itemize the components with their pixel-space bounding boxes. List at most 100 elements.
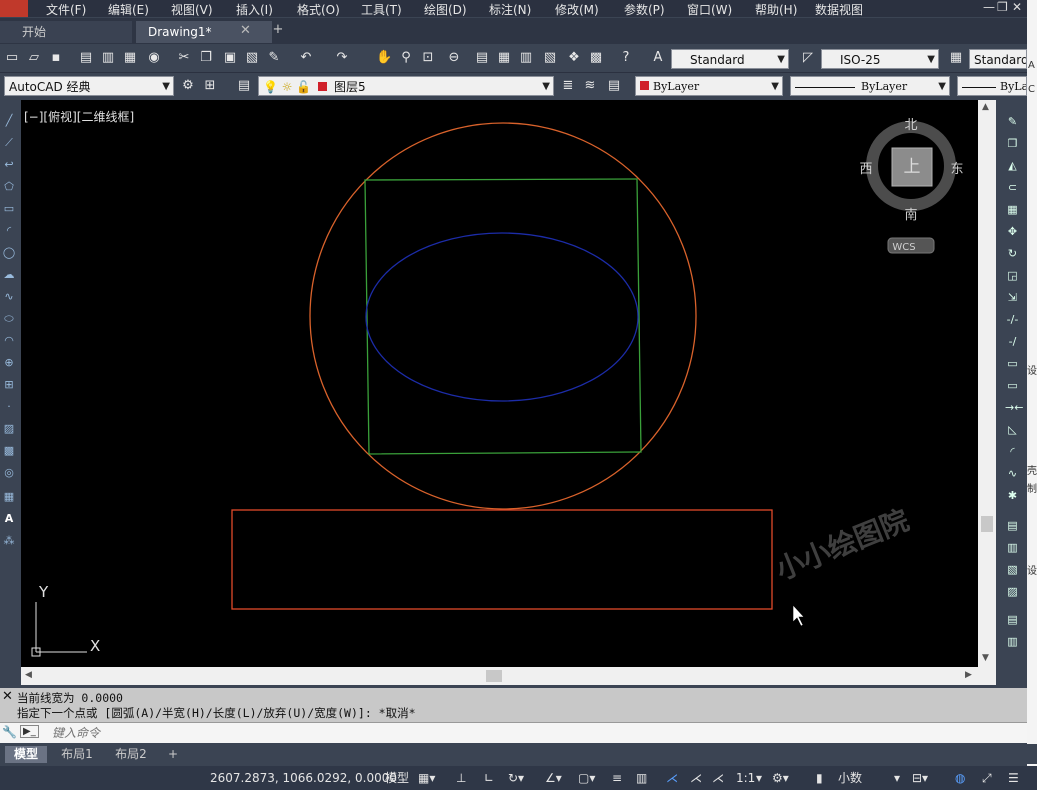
grid-icon[interactable]: ▦▾ (418, 770, 435, 787)
dim-style-icon[interactable]: ◸ (800, 50, 816, 66)
save-icon[interactable]: ▪ (48, 50, 64, 66)
menu-modify[interactable]: 修改(M) (555, 1, 599, 18)
ellipse-icon[interactable]: ⬭ (2, 312, 16, 326)
customize-icon[interactable]: ⊞ (202, 78, 218, 94)
rotate-icon[interactable]: ↻ (1005, 246, 1020, 261)
new-tab-button[interactable]: + (270, 23, 286, 37)
pan-icon[interactable]: ✋ (376, 50, 392, 66)
viewcube[interactable] (866, 121, 956, 254)
auto-scale-icon[interactable]: ⋌ (690, 770, 702, 787)
clean-screen-icon[interactable]: ⤢ (982, 770, 992, 787)
text-style-icon[interactable]: A (650, 50, 666, 66)
point-icon[interactable]: · (2, 400, 16, 414)
mirror-icon[interactable]: ◭ (1005, 158, 1020, 173)
lineweight-display-icon[interactable]: ≡ (612, 770, 622, 787)
erase-icon[interactable]: ✎ (1005, 114, 1020, 129)
layer-select[interactable]: 💡 ☼ 🔓 图层5 ▼ (258, 76, 554, 96)
lineweight-select[interactable]: ByLay (957, 76, 1027, 96)
object-snap-icon[interactable]: ∠▾ (545, 770, 562, 787)
minimize-button[interactable]: — (983, 0, 995, 14)
bring-text-front-icon[interactable]: ▤ (1005, 612, 1020, 627)
menu-tools[interactable]: 工具(T) (361, 1, 402, 18)
array-icon[interactable]: ▦ (1005, 202, 1020, 217)
stretch-icon[interactable]: ⇲ (1005, 290, 1020, 305)
help-icon[interactable]: ? (618, 50, 634, 66)
polyline-icon[interactable]: ↩ (2, 158, 16, 172)
tool-palettes-icon[interactable]: ▥ (518, 50, 534, 66)
text-style-select[interactable]: Standard ▼ (671, 49, 789, 69)
annotation-visibility-icon[interactable]: ⋌ (666, 770, 678, 787)
fillet-icon[interactable]: ◜ (1005, 444, 1020, 459)
table-icon[interactable]: ▦ (2, 490, 16, 504)
hatch-icon[interactable]: ▨ (2, 422, 16, 436)
bring-above-icon[interactable]: ▧ (1005, 562, 1020, 577)
scroll-right-icon[interactable]: ▶ (965, 670, 972, 680)
plot-preview-icon[interactable]: ▥ (100, 50, 116, 66)
paste-icon[interactable]: ▣ (222, 50, 238, 66)
circle-icon[interactable]: ◯ (2, 246, 16, 260)
snap-icon[interactable]: ⊥ (456, 770, 466, 787)
design-center-icon[interactable]: ▦ (496, 50, 512, 66)
linetype-select[interactable]: ByLayer ▼ (790, 76, 950, 96)
isolate-objects-icon[interactable]: ◍ (955, 770, 965, 787)
copy-object-icon[interactable]: ❐ (1005, 136, 1020, 151)
app-logo[interactable] (0, 0, 28, 17)
region-icon[interactable]: ◎ (2, 466, 16, 480)
recent-commands-icon[interactable]: ▶_ (20, 725, 39, 738)
copy-icon[interactable]: ❐ (198, 50, 214, 66)
workspace-switch-icon[interactable]: ⚙▾ (772, 770, 789, 787)
tab-layout1[interactable]: 布局1 (53, 746, 101, 763)
menu-window[interactable]: 窗口(W) (687, 1, 732, 18)
close-command-line-icon[interactable]: ✕ (2, 689, 13, 704)
square-entity[interactable] (364, 178, 642, 455)
break-icon[interactable]: ▭ (1005, 378, 1020, 393)
horizontal-scrollbar[interactable]: ◀ ▶ (21, 667, 978, 685)
break-at-point-icon[interactable]: ▭ (1005, 356, 1020, 371)
new-file-icon[interactable]: ▭ (4, 50, 20, 66)
transparency-icon[interactable]: ▥ (636, 770, 647, 787)
undo-icon[interactable]: ↶ (298, 50, 314, 66)
add-selected-icon[interactable]: ⁂ (2, 534, 16, 548)
match-properties-icon[interactable]: ✎ (266, 50, 282, 66)
calculator-icon[interactable]: ▩ (588, 50, 604, 66)
menu-parametric[interactable]: 参数(P) (624, 1, 665, 18)
markup-icon[interactable]: ❖ (566, 50, 582, 66)
revision-cloud-icon[interactable]: ☁ (2, 268, 16, 282)
redo-icon[interactable]: ↷ (334, 50, 350, 66)
blend-icon[interactable]: ∿ (1005, 466, 1020, 481)
menu-dimension[interactable]: 标注(N) (489, 1, 531, 18)
ellipse-arc-icon[interactable]: ◠ (2, 334, 16, 348)
customize-wrench-icon[interactable]: 🔧 (2, 725, 17, 739)
move-icon[interactable]: ✥ (1005, 224, 1020, 239)
menu-format[interactable]: 格式(O) (297, 1, 340, 18)
insert-block-icon[interactable]: ⊕ (2, 356, 16, 370)
draw-order-back-icon[interactable]: ▥ (1005, 540, 1020, 555)
horizontal-scroll-thumb[interactable] (486, 670, 502, 682)
wcs-menu[interactable]: WCS (892, 242, 915, 253)
ellipse-entity[interactable] (365, 232, 639, 402)
layer-properties-icon[interactable]: ▤ (236, 78, 252, 94)
close-tab-icon[interactable]: ✕ (240, 23, 251, 38)
restore-button[interactable]: ❐ (997, 0, 1008, 14)
customization-menu-icon[interactable]: ☰ (1008, 770, 1019, 787)
sheet-set-icon[interactable]: ▧ (542, 50, 558, 66)
table-style-icon[interactable]: ▦ (948, 50, 964, 66)
viewcube-west[interactable]: 西 (859, 162, 872, 177)
polygon-icon[interactable]: ⬠ (2, 180, 16, 194)
chevron-down-icon[interactable]: ▾ (894, 770, 900, 787)
make-current-layer-icon[interactable]: ≣ (560, 78, 576, 94)
menu-data-view[interactable]: 数据视图 (815, 1, 863, 18)
quick-properties-icon[interactable]: ⊟▾ (912, 770, 928, 787)
draw-order-front-icon[interactable]: ▤ (1005, 518, 1020, 533)
menu-edit[interactable]: 编辑(E) (108, 1, 149, 18)
dim-style-select[interactable]: ISO-25 ▼ (821, 49, 939, 69)
color-select[interactable]: ByLayer ▼ (635, 76, 783, 96)
menu-insert[interactable]: 插入(I) (236, 1, 273, 18)
workspace-select[interactable]: AutoCAD 经典 ▼ (4, 76, 174, 96)
render-icon[interactable]: ◉ (146, 50, 162, 66)
chevron-down-icon[interactable]: ▾ (756, 770, 762, 787)
snap-tracking-icon[interactable]: ▢▾ (578, 770, 595, 787)
scroll-up-icon[interactable]: ▲ (982, 102, 989, 112)
close-window-button[interactable]: ✕ (1012, 0, 1022, 14)
model-space-toggle[interactable]: 模型 (385, 770, 409, 787)
